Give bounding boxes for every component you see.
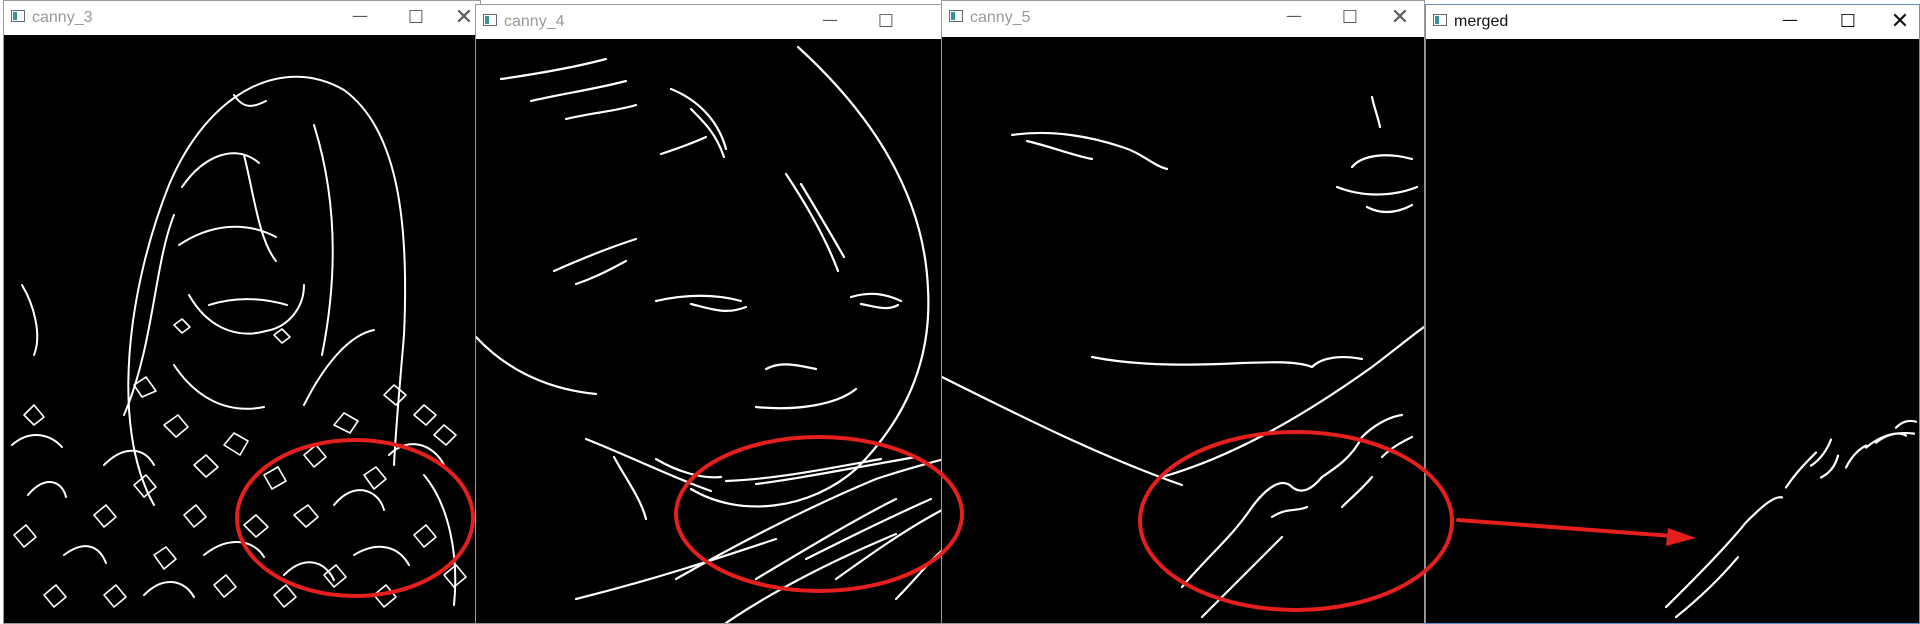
- titlebar[interactable]: merged — ☐ ✕: [1426, 5, 1919, 39]
- minimize-icon[interactable]: —: [1767, 5, 1813, 39]
- edge-image: [1426, 39, 1919, 623]
- window-title: canny_4: [504, 13, 565, 30]
- app-icon: [949, 10, 963, 22]
- titlebar[interactable]: canny_4 — ☐: [476, 5, 944, 39]
- edge-image: [476, 39, 944, 623]
- minimize-icon[interactable]: —: [807, 5, 853, 39]
- maximize-icon[interactable]: ☐: [863, 5, 909, 39]
- app-icon: [11, 10, 25, 22]
- merged-edges: [1664, 419, 1918, 619]
- maximize-icon[interactable]: ☐: [1825, 5, 1871, 39]
- app-icon: [483, 14, 497, 26]
- canny-3-edges: [11, 75, 467, 608]
- window-title: merged: [1454, 13, 1509, 30]
- minimize-icon[interactable]: —: [1271, 1, 1317, 35]
- canny-5-edges: [942, 95, 1424, 619]
- titlebar[interactable]: canny_5 — ☐ ✕: [942, 1, 1424, 35]
- close-icon[interactable]: ✕: [1377, 1, 1423, 35]
- window-canny-3[interactable]: canny_3 — ☐ ✕: [3, 0, 481, 624]
- window-canny-4[interactable]: canny_4 — ☐: [475, 4, 945, 624]
- edge-image: [4, 35, 480, 623]
- window-title: canny_3: [32, 9, 93, 26]
- maximize-icon[interactable]: ☐: [393, 1, 439, 35]
- canny-4-edges: [476, 45, 944, 623]
- app-icon: [1433, 14, 1447, 26]
- maximize-icon[interactable]: ☐: [1327, 1, 1373, 35]
- close-icon[interactable]: ✕: [1877, 5, 1920, 39]
- titlebar[interactable]: canny_3 — ☐ ✕: [4, 1, 480, 35]
- desktop: canny_3 — ☐ ✕ canny_4 — ☐ canny_5 — ☐ ✕ …: [0, 0, 1920, 624]
- window-canny-5[interactable]: canny_5 — ☐ ✕: [941, 0, 1425, 624]
- window-title: canny_5: [970, 9, 1031, 26]
- window-merged[interactable]: merged — ☐ ✕: [1425, 4, 1920, 624]
- minimize-icon[interactable]: —: [337, 1, 383, 35]
- edge-image: [942, 37, 1424, 623]
